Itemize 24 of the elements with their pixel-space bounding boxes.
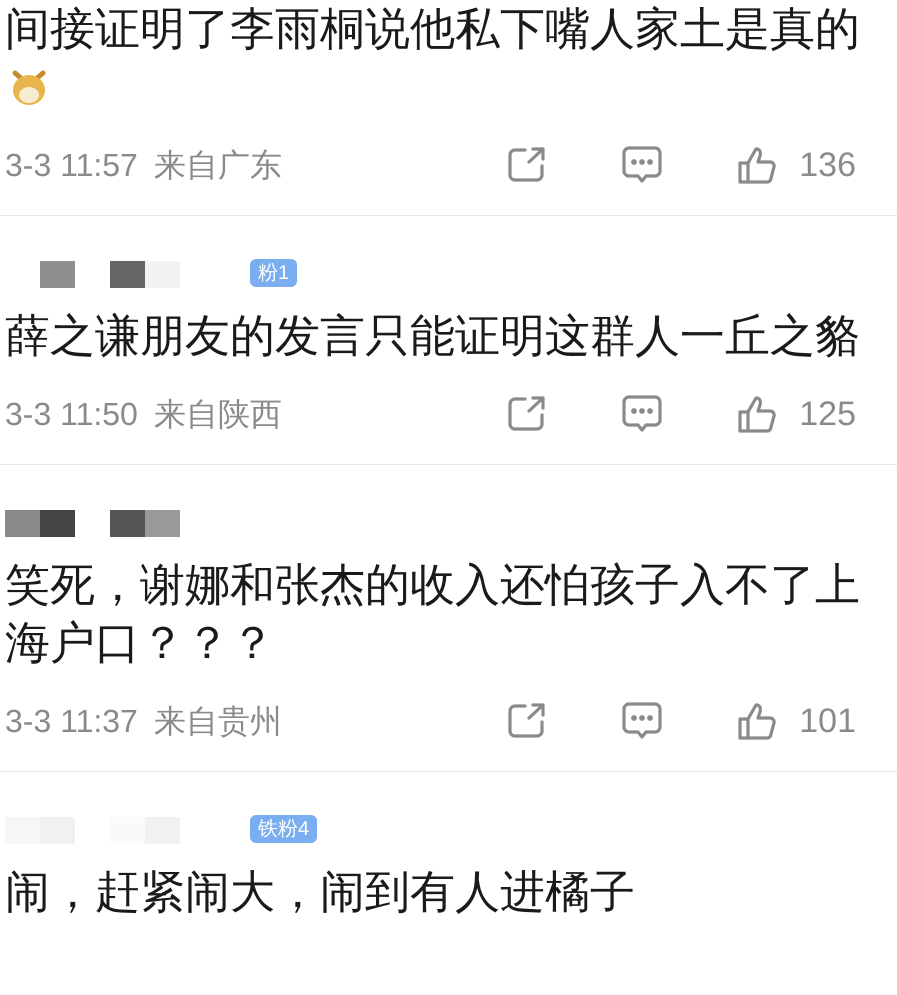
comment-text: 笑死，谢娜和张杰的收入还怕孩子入不了上海户口？？？ <box>5 558 861 670</box>
comment-text: 闹，赶紧闹大，闹到有人进橘子 <box>5 865 636 919</box>
comment-icon[interactable] <box>621 701 664 741</box>
share-icon[interactable] <box>507 146 548 184</box>
thumbs-up-icon[interactable] <box>737 145 778 185</box>
fan-badge: 铁粉4 <box>250 815 318 843</box>
thumbs-up-icon[interactable] <box>737 701 778 741</box>
thumbs-up-icon[interactable] <box>737 394 778 434</box>
like-count: 125 <box>799 394 856 434</box>
timestamp: 3-3 11:50 <box>5 395 138 434</box>
timestamp: 3-3 11:57 <box>5 146 138 185</box>
comment-text: 间接证明了李雨桐说他私下嘴人家土是真的 <box>5 2 861 56</box>
location-text: 来自贵州 <box>154 702 282 741</box>
share-icon[interactable] <box>507 395 548 433</box>
share-icon[interactable] <box>507 702 548 740</box>
comment-text: 薛之谦朋友的发言只能证明这群人一丘之貉 <box>5 309 861 363</box>
like-count: 136 <box>799 144 856 186</box>
timestamp: 3-3 11:37 <box>5 702 138 741</box>
comment-icon[interactable] <box>621 394 664 434</box>
fan-badge: 粉1 <box>250 259 298 287</box>
like-count: 101 <box>799 700 856 742</box>
location-text: 来自广东 <box>154 146 282 185</box>
location-text: 来自陕西 <box>154 395 282 434</box>
comment-icon[interactable] <box>621 145 664 185</box>
